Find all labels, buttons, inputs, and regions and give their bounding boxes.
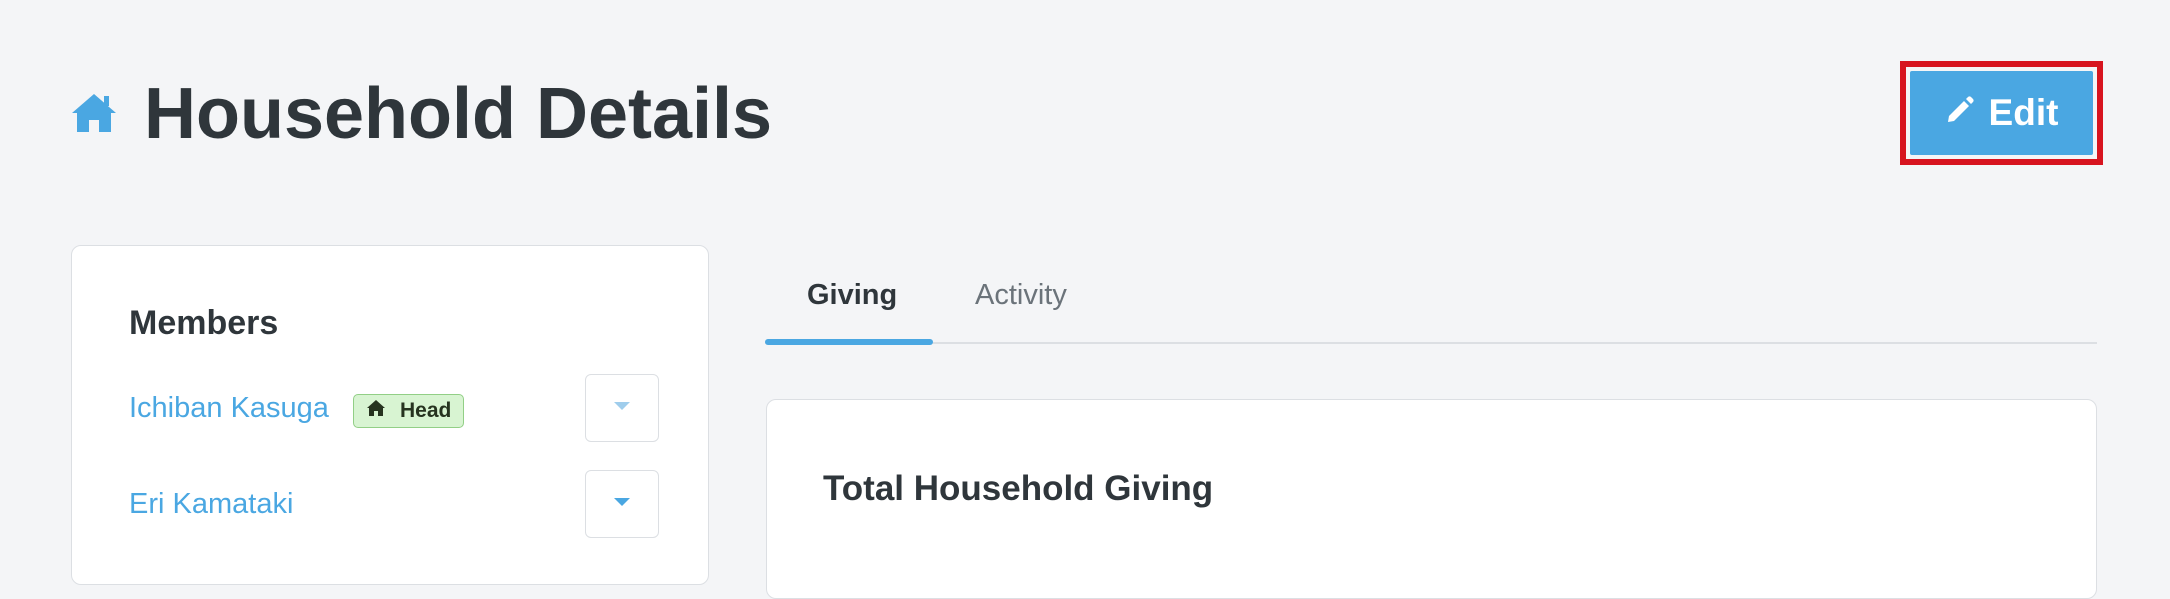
- edit-button-label: Edit: [1988, 92, 2059, 133]
- head-badge-label: Head: [400, 399, 452, 422]
- member-name-link[interactable]: Ichiban Kasuga: [129, 392, 329, 425]
- tab-bar: Giving Activity: [765, 268, 2097, 345]
- page-title: Household Details: [144, 74, 773, 154]
- tab-giving[interactable]: Giving: [807, 279, 897, 312]
- home-icon: [70, 92, 118, 134]
- member-actions-dropdown[interactable]: [585, 470, 659, 538]
- member-row: Ichiban Kasuga Head: [129, 374, 659, 444]
- tab-activity[interactable]: Activity: [975, 279, 1067, 312]
- member-name-link[interactable]: Eri Kamataki: [129, 488, 293, 521]
- head-badge: Head: [353, 394, 465, 428]
- member-row: Eri Kamataki: [129, 470, 659, 540]
- home-icon: [366, 399, 386, 423]
- members-title: Members: [129, 304, 279, 342]
- giving-card: Total Household Giving: [766, 399, 2097, 599]
- caret-down-icon: [613, 399, 631, 417]
- giving-card-title: Total Household Giving: [823, 469, 1214, 508]
- active-tab-indicator: [765, 339, 933, 345]
- member-actions-dropdown[interactable]: [585, 374, 659, 442]
- caret-down-icon: [613, 495, 631, 513]
- edit-button[interactable]: Edit: [1910, 71, 2093, 155]
- members-card: Members Ichiban Kasuga Head Eri Kamataki: [71, 245, 709, 585]
- pencil-icon: [1945, 92, 1975, 134]
